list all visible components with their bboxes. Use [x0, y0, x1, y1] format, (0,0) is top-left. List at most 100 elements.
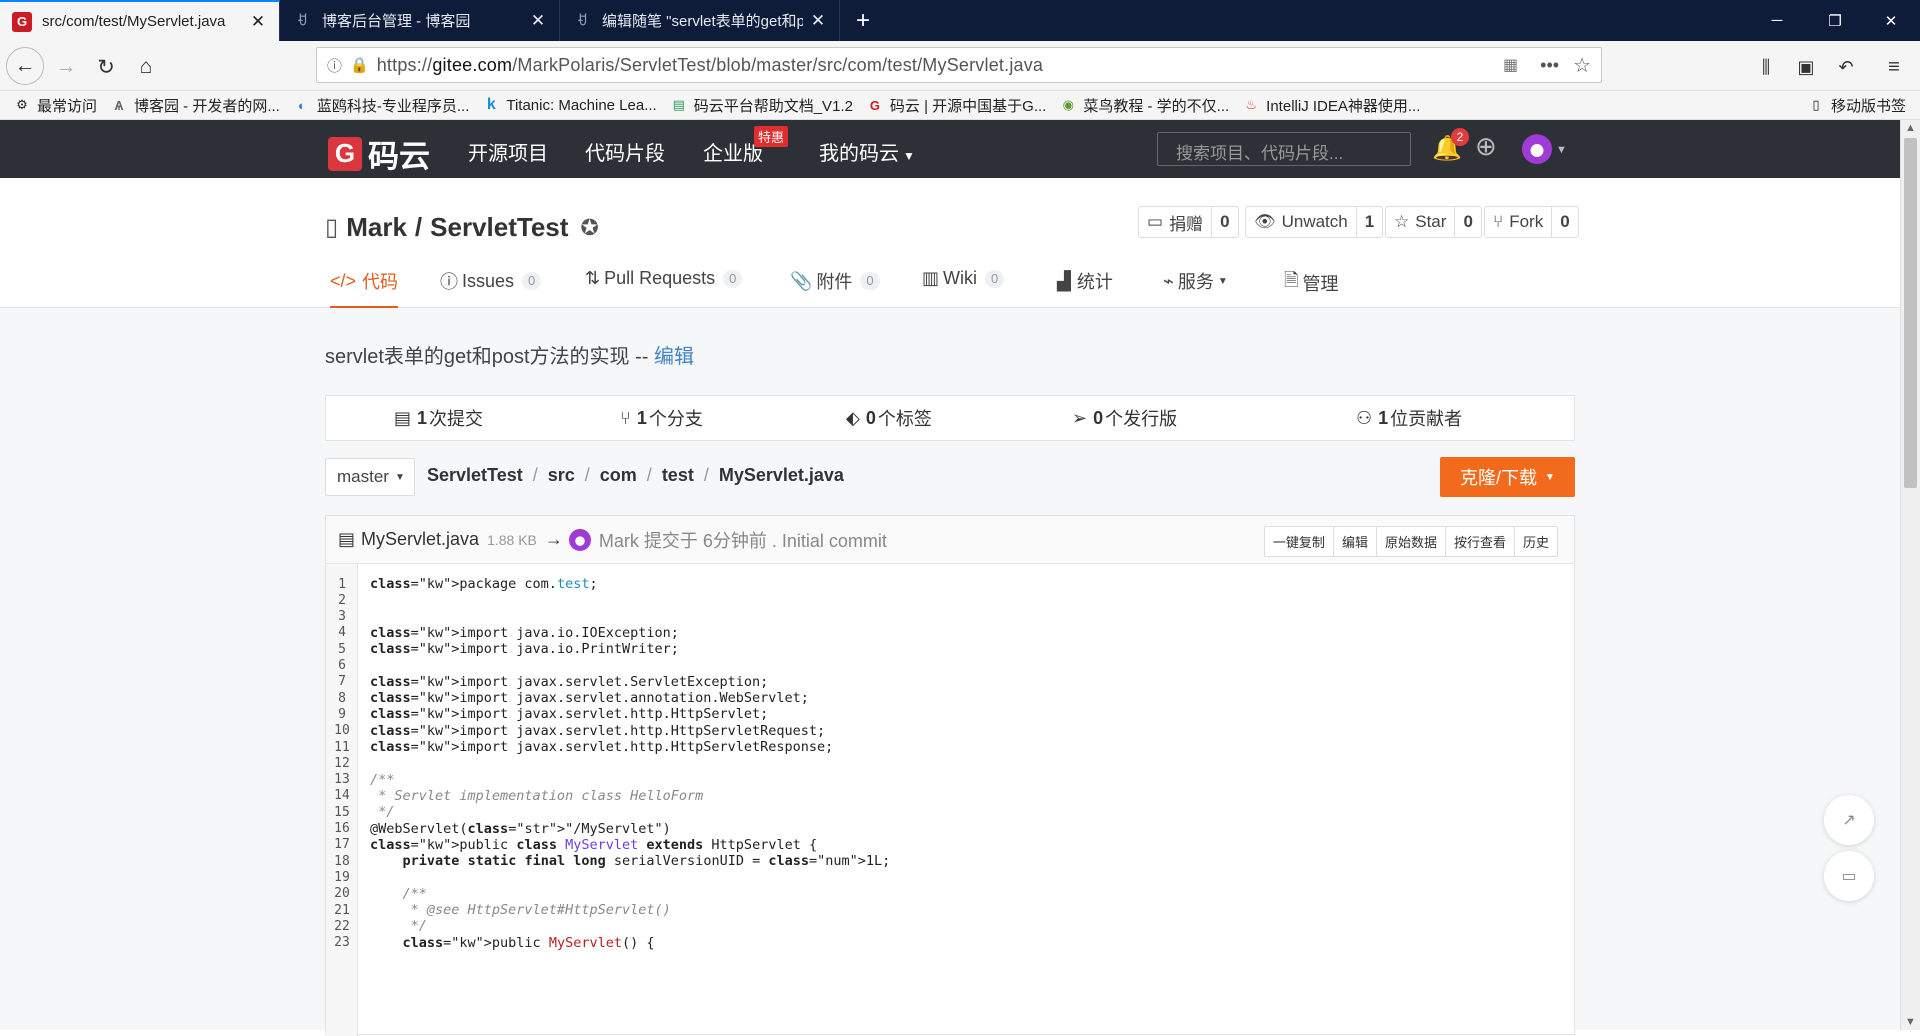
undo-icon[interactable]: ↶ — [1828, 49, 1864, 85]
line-number[interactable]: 12 — [326, 756, 358, 771]
fork-button[interactable]: ⑂ Fork 0 — [1484, 206, 1579, 238]
unwatch-button[interactable]: 👁 Unwatch 1 — [1245, 206, 1384, 238]
tab-manage[interactable]: 🗎 管理 — [1284, 268, 1338, 298]
qr-code-icon[interactable]: ▦ — [1503, 55, 1518, 75]
caret-down-icon[interactable]: ▼ — [1556, 144, 1567, 156]
stat-branches[interactable]: ⑂ 1 个分支 — [620, 405, 703, 431]
line-number[interactable]: 19 — [326, 870, 358, 885]
line-number[interactable]: 20 — [326, 886, 358, 901]
gitee-logo[interactable]: G 码云 — [328, 131, 430, 176]
tab-wiki[interactable]: ▥ Wiki 0 — [922, 268, 1005, 289]
line-number[interactable]: 1 — [326, 577, 358, 592]
bookmark-most-visited[interactable]: ⚙ 最常访问 — [14, 95, 97, 116]
line-number[interactable]: 18 — [326, 854, 358, 869]
edit-button[interactable]: 编辑 — [1332, 527, 1376, 556]
close-window-icon[interactable]: ✕ — [1862, 0, 1920, 41]
home-icon[interactable]: ⌂ — [128, 49, 164, 85]
back-icon[interactable]: ← — [6, 47, 44, 85]
bookmark-intellij[interactable]: ♨ IntelliJ IDEA神器使用... — [1243, 95, 1420, 116]
line-number[interactable]: 2 — [326, 593, 358, 608]
scrollbar-thumb[interactable] — [1904, 138, 1917, 488]
line-number[interactable]: 11 — [326, 740, 358, 755]
star-button[interactable]: ☆ Star 0 — [1385, 206, 1482, 238]
avatar[interactable] — [568, 528, 591, 551]
bookmark-cnblogs[interactable]: Ѧ 博客园 - 开发者的网... — [111, 95, 280, 116]
stat-contributors[interactable]: ⚇ 1 位贡献者 — [1356, 405, 1462, 431]
line-number[interactable]: 8 — [326, 691, 358, 706]
browser-tab-myservlet[interactable]: G src/com/test/MyServlet.java ✕ — [0, 0, 280, 41]
line-number[interactable]: 21 — [326, 903, 358, 918]
edit-description-link[interactable]: 编辑 — [654, 346, 694, 368]
line-number[interactable]: 4 — [326, 625, 358, 640]
history-button[interactable]: 历史 — [1513, 527, 1557, 556]
line-number[interactable]: 22 — [326, 919, 358, 934]
url-text[interactable]: https://gitee.com/MarkPolaris/ServletTes… — [369, 55, 1503, 76]
add-plus-icon[interactable]: ⊕ — [1475, 131, 1497, 162]
bookmark-mobile[interactable]: ▯ 移动版书签 — [1808, 95, 1906, 116]
breadcrumb-test[interactable]: test — [662, 465, 694, 486]
clone-download-button[interactable]: 克隆/下载 ▼ — [1440, 457, 1575, 497]
branch-select[interactable]: master ▼ — [325, 458, 415, 496]
tab-attachments[interactable]: 📎 附件 0 — [790, 268, 880, 294]
search-input[interactable]: 搜索项目、代码片段... — [1157, 132, 1411, 166]
bookmark-lanou[interactable]: ◐ 蓝鸥科技-专业程序员... — [294, 95, 469, 116]
breadcrumb-src[interactable]: src — [548, 465, 575, 486]
blame-button[interactable]: 按行查看 — [1444, 527, 1514, 556]
info-icon[interactable]: ⓘ — [327, 55, 342, 76]
stat-releases[interactable]: ➢ 0 个发行版 — [1072, 405, 1177, 431]
sidebar-icon[interactable]: ▣ — [1788, 49, 1824, 85]
forward-icon[interactable]: → — [48, 49, 84, 85]
line-number[interactable]: 5 — [326, 642, 358, 657]
close-tab-icon[interactable]: ✕ — [529, 11, 547, 31]
line-number[interactable]: 17 — [326, 837, 358, 852]
stat-commits[interactable]: ▤ 1 次提交 — [394, 405, 483, 431]
bookmark-runoob[interactable]: ◉ 菜鸟教程 - 学的不仅... — [1060, 95, 1230, 116]
breadcrumb-repo[interactable]: ServletTest — [427, 465, 523, 486]
bookmark-kaggle[interactable]: k Titanic: Machine Lea... — [483, 96, 657, 114]
library-icon[interactable]: ⫼ — [1748, 49, 1784, 85]
bookmark-gitee[interactable]: G 码云 | 开源中国基于G... — [867, 95, 1046, 116]
tab-services[interactable]: ⌁ 服务 ▼ — [1163, 268, 1228, 294]
address-bar[interactable]: ⓘ 🔒 https://gitee.com/MarkPolaris/Servle… — [316, 47, 1602, 83]
new-tab-icon[interactable]: + — [840, 0, 886, 41]
close-tab-icon[interactable]: ✕ — [809, 11, 827, 31]
repo-owner-link[interactable]: Mark — [346, 212, 407, 243]
line-number[interactable]: 13 — [326, 772, 358, 787]
stat-tags[interactable]: ⬖ 0 个标签 — [846, 405, 932, 431]
page-scrollbar[interactable]: ▲ ▼ — [1900, 120, 1920, 1030]
comment-icon[interactable]: ▭ — [1824, 851, 1874, 901]
browser-tab-cnblogs-admin[interactable]: ꀀ 博客后台管理 - 博客园 ✕ — [280, 0, 560, 41]
line-number[interactable]: 16 — [326, 821, 358, 836]
scroll-down-icon[interactable]: ▼ — [1905, 1016, 1916, 1028]
nav-my-gitee[interactable]: 我的码云 ▼ — [819, 137, 915, 166]
tab-issues[interactable]: ⓘ Issues 0 — [440, 268, 542, 294]
line-number[interactable]: 9 — [326, 707, 358, 722]
reload-icon[interactable]: ↻ — [88, 49, 124, 85]
tab-statistics[interactable]: ▟ 统计 — [1057, 268, 1113, 294]
browser-tab-edit-post[interactable]: ꀀ 编辑随笔 "servlet表单的get和po ✕ — [560, 0, 840, 41]
share-icon[interactable]: ↗ — [1824, 795, 1874, 845]
page-actions-icon[interactable]: ••• — [1540, 55, 1559, 76]
line-number[interactable]: 10 — [326, 723, 358, 738]
copy-button[interactable]: 一键复制 — [1265, 527, 1333, 556]
close-tab-icon[interactable]: ✕ — [249, 12, 267, 32]
bookmark-star-icon[interactable]: ☆ — [1573, 53, 1591, 78]
line-number[interactable]: 15 — [326, 805, 358, 820]
breadcrumb-com[interactable]: com — [600, 465, 637, 486]
nav-open-source[interactable]: 开源项目 — [468, 137, 548, 166]
line-number[interactable]: 6 — [326, 658, 358, 673]
line-number[interactable]: 23 — [326, 935, 358, 950]
commit-meta[interactable]: Mark 提交于 6分钟前 . Initial commit — [599, 527, 887, 553]
bookmark-gitee-docs[interactable]: ▤ 码云平台帮助文档_V1.2 — [671, 95, 853, 116]
restore-icon[interactable]: ❐ — [1806, 0, 1864, 41]
line-number[interactable]: 3 — [326, 609, 358, 624]
minimize-icon[interactable]: ─ — [1748, 0, 1806, 41]
raw-button[interactable]: 原始数据 — [1375, 527, 1445, 556]
donate-button[interactable]: ▭ 捐赠 0 — [1138, 206, 1239, 238]
line-number[interactable]: 7 — [326, 674, 358, 689]
tab-code[interactable]: </> 代码 — [330, 268, 399, 309]
nav-code-snippets[interactable]: 代码片段 — [585, 137, 665, 166]
avatar[interactable] — [1522, 134, 1552, 164]
repo-name-link[interactable]: ServletTest — [430, 212, 568, 243]
tab-pull-requests[interactable]: ⇅ Pull Requests 0 — [585, 268, 743, 289]
